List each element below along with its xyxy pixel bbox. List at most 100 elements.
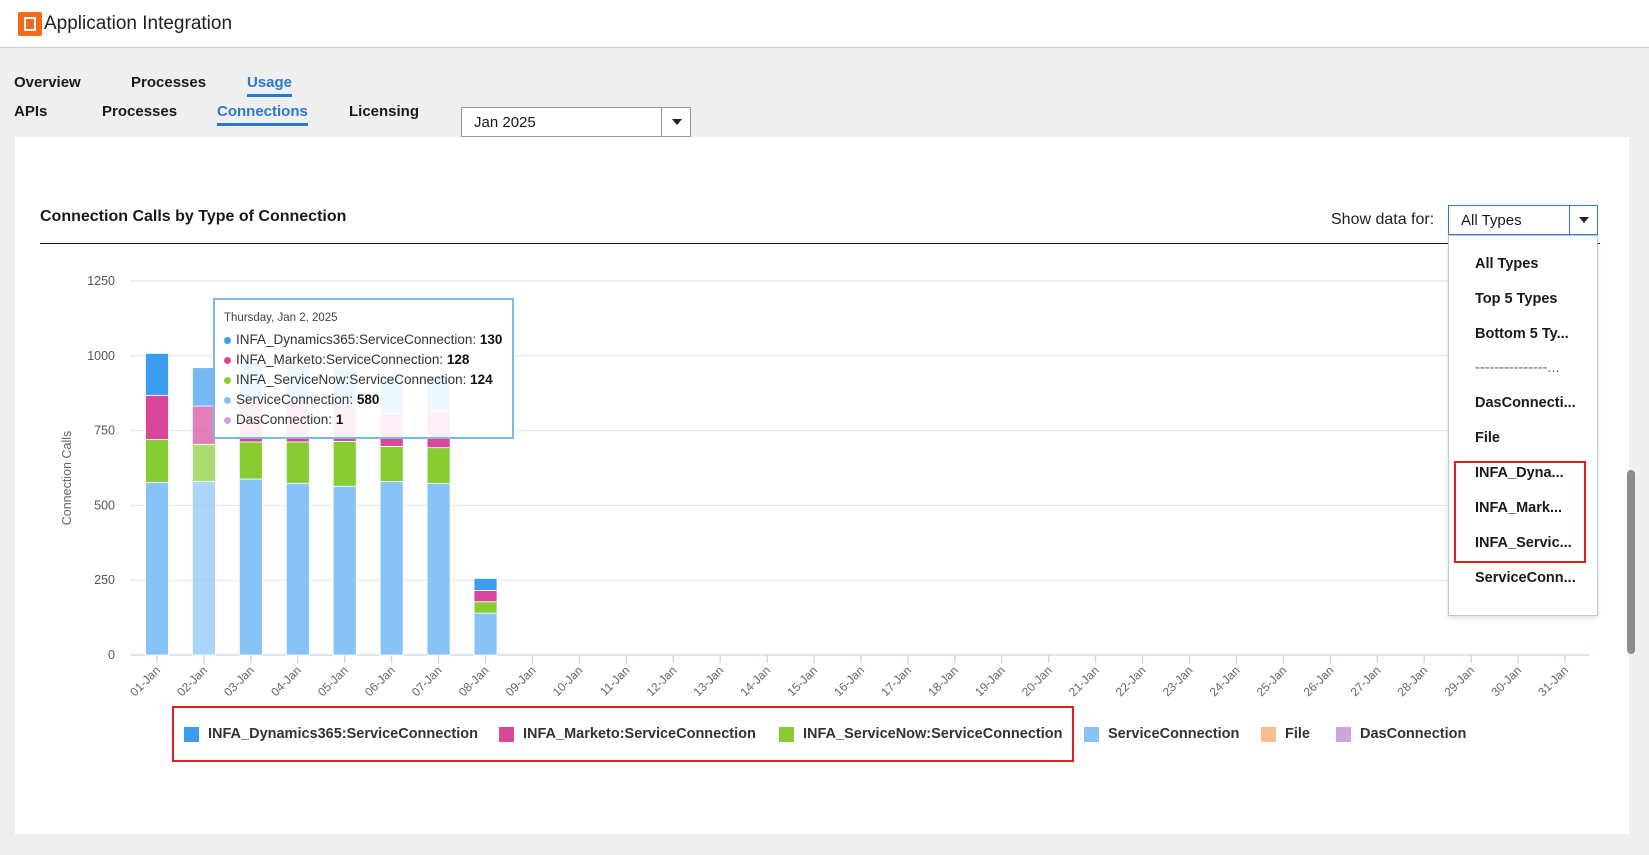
tooltip-row-label: INFA_ServiceNow:ServiceConnection: bbox=[236, 372, 467, 387]
bar-segment bbox=[473, 612, 498, 656]
tooltip-row-value: 128 bbox=[446, 352, 470, 367]
legend-label: File bbox=[1285, 726, 1310, 742]
x-tick-label: 03-Jan bbox=[221, 663, 257, 699]
legend-swatch bbox=[184, 727, 199, 742]
tooltip-row-value: 124 bbox=[470, 372, 493, 387]
legend-label: INFA_ServiceNow:ServiceConnection bbox=[803, 726, 1063, 742]
x-tick-label: 15-Jan bbox=[784, 663, 820, 699]
x-tick-label: 09-Jan bbox=[503, 663, 539, 699]
series-dot-icon bbox=[224, 336, 231, 344]
legend-label: INFA_Marketo:ServiceConnection bbox=[523, 726, 756, 742]
bar-segment bbox=[332, 440, 357, 487]
bar-segment bbox=[379, 481, 404, 656]
bar-segment bbox=[192, 405, 216, 445]
tooltip-row-label: INFA_Marketo:ServiceConnection: bbox=[236, 352, 444, 367]
x-tick-label: 21-Jan bbox=[1066, 663, 1102, 699]
series-dot-icon bbox=[224, 356, 231, 364]
y-tick-label: 500 bbox=[94, 498, 115, 512]
tooltip-row-value: 1 bbox=[335, 412, 344, 427]
x-tick-label: 08-Jan bbox=[456, 663, 492, 699]
dropdown-option-file[interactable]: File bbox=[1475, 430, 1500, 446]
bar-segment bbox=[426, 447, 451, 484]
y-tick-label: 1250 bbox=[87, 274, 115, 288]
legend-swatch bbox=[1261, 727, 1276, 742]
y-tick-label: 0 bbox=[108, 648, 115, 662]
bar-segment bbox=[285, 482, 310, 656]
x-tick-label: 05-Jan bbox=[315, 663, 351, 699]
bar-segment bbox=[192, 366, 216, 369]
x-tick-label: 24-Jan bbox=[1207, 663, 1243, 699]
bar-segment bbox=[473, 578, 498, 591]
bar-segment bbox=[379, 446, 404, 482]
dropdown-option-all-types[interactable]: All Types bbox=[1475, 256, 1538, 272]
tooltip-row-label: DasConnection: bbox=[236, 412, 333, 427]
x-tick-label: 19-Jan bbox=[972, 663, 1008, 699]
dropdown-option-bottom-5[interactable]: Bottom 5 Ty... bbox=[1475, 326, 1569, 342]
x-tick-label: 16-Jan bbox=[831, 663, 867, 699]
x-tick-label: 01-Jan bbox=[127, 663, 163, 699]
bar-segment bbox=[332, 485, 357, 656]
legend-swatch bbox=[779, 727, 794, 742]
tooltip-row: INFA_ServiceNow:ServiceConnection: 124 bbox=[224, 372, 493, 387]
x-tick-label: 02-Jan bbox=[174, 663, 210, 699]
x-tick-label: 29-Jan bbox=[1441, 663, 1477, 699]
tooltip-row-value: 580 bbox=[356, 392, 380, 407]
series-dot-icon bbox=[224, 416, 231, 424]
x-tick-label: 13-Jan bbox=[690, 663, 726, 699]
dropdown-option-top-5[interactable]: Top 5 Types bbox=[1475, 291, 1557, 307]
x-tick-label: 14-Jan bbox=[737, 663, 773, 699]
y-axis-label: Connection Calls bbox=[60, 431, 74, 526]
bar-segment bbox=[285, 441, 310, 484]
bar-segment bbox=[192, 443, 216, 482]
bar-segment bbox=[192, 481, 216, 656]
type-dropdown-menu: All Types Top 5 Types Bottom 5 Ty... ---… bbox=[1448, 235, 1598, 616]
dropdown-option-infa-marketo[interactable]: INFA_Mark... bbox=[1475, 500, 1562, 516]
tooltip-row: INFA_Marketo:ServiceConnection: 128 bbox=[224, 352, 469, 367]
x-tick-label: 17-Jan bbox=[878, 663, 914, 699]
y-tick-label: 250 bbox=[94, 573, 115, 587]
x-tick-label: 22-Jan bbox=[1113, 663, 1149, 699]
tooltip-row-value: 130 bbox=[479, 332, 503, 347]
x-tick-label: 06-Jan bbox=[362, 663, 398, 699]
x-tick-label: 11-Jan bbox=[597, 663, 632, 698]
bar-segment bbox=[238, 478, 263, 656]
bar-segment bbox=[145, 439, 169, 483]
x-tick-label: 04-Jan bbox=[268, 663, 304, 699]
dropdown-option-infa-dynamics[interactable]: INFA_Dyna... bbox=[1475, 465, 1564, 481]
legend-swatch bbox=[499, 727, 514, 742]
tooltip-date: Thursday, Jan 2, 2025 bbox=[224, 312, 338, 324]
x-tick-label: 10-Jan bbox=[550, 663, 586, 699]
tooltip-row: DasConnection: 1 bbox=[224, 412, 343, 427]
x-tick-label: 31-Jan bbox=[1535, 663, 1571, 699]
x-tick-label: 07-Jan bbox=[409, 663, 445, 699]
tooltip-row: INFA_Dynamics365:ServiceConnection: 130 bbox=[224, 332, 502, 347]
bar-segment bbox=[473, 589, 498, 603]
dropdown-separator: ---------------... bbox=[1475, 360, 1560, 376]
bar-segment bbox=[238, 441, 263, 480]
x-tick-label: 26-Jan bbox=[1301, 663, 1337, 699]
dropdown-option-serviceconnection[interactable]: ServiceConn... bbox=[1475, 570, 1576, 586]
x-tick-label: 27-Jan bbox=[1348, 663, 1384, 699]
dropdown-option-dasconnection[interactable]: DasConnecti... bbox=[1475, 395, 1576, 411]
series-dot-icon bbox=[224, 396, 231, 404]
legend-label: DasConnection bbox=[1360, 726, 1467, 742]
legend-swatch bbox=[1084, 727, 1099, 742]
bar-segment bbox=[426, 483, 451, 656]
x-tick-label: 18-Jan bbox=[925, 663, 961, 699]
x-tick-label: 28-Jan bbox=[1394, 663, 1430, 699]
legend-label: ServiceConnection bbox=[1108, 726, 1240, 742]
series-dot-icon bbox=[224, 376, 231, 384]
x-tick-label: 12-Jan bbox=[644, 663, 680, 699]
y-tick-label: 750 bbox=[94, 424, 115, 438]
y-tick-label: 1000 bbox=[87, 349, 115, 363]
x-tick-label: 23-Jan bbox=[1160, 663, 1196, 699]
legend-swatch bbox=[1336, 727, 1351, 742]
bar-segment bbox=[145, 481, 169, 656]
x-tick-label: 30-Jan bbox=[1488, 663, 1524, 699]
bar-segment bbox=[145, 394, 169, 440]
dropdown-option-infa-servicenow[interactable]: INFA_Servic... bbox=[1475, 535, 1572, 551]
chart-tooltip: Thursday, Jan 2, 2025 INFA_Dynamics365:S… bbox=[213, 298, 514, 439]
bar-segment bbox=[145, 353, 169, 396]
tooltip-row: ServiceConnection: 580 bbox=[224, 392, 379, 407]
chart-legend: INFA_Dynamics365:ServiceConnection INFA_… bbox=[0, 725, 1649, 749]
